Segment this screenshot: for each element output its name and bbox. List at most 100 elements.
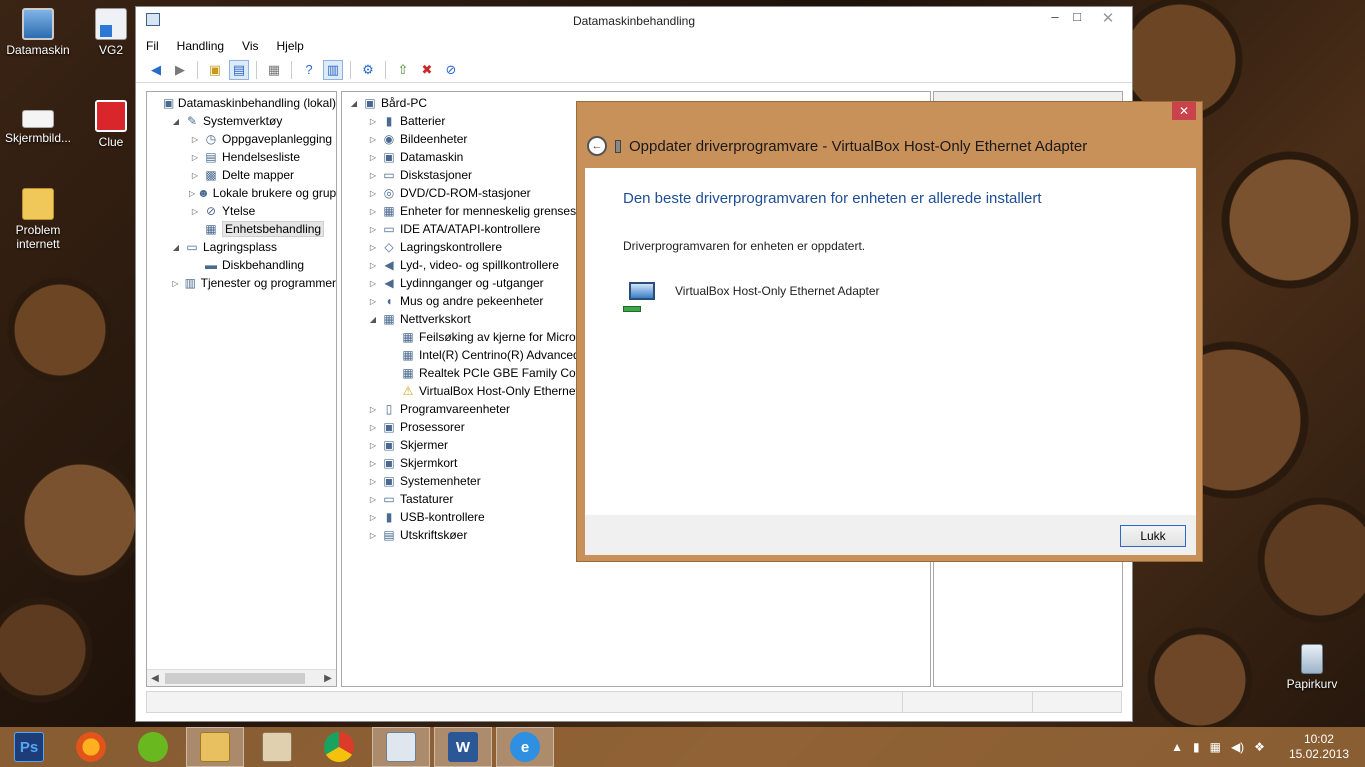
dialog-body: Den beste driverprogramvaren for enheten… [585,168,1196,515]
storage-controller-icon: ◇ [384,240,394,254]
collapse-arrow-icon[interactable]: ◢ [348,99,360,108]
show-hidden-icons-icon[interactable]: ▲ [1171,740,1183,754]
expand-arrow-icon[interactable]: ▷ [367,423,379,432]
horizontal-scrollbar[interactable]: ◀ ▶ [147,669,336,686]
close-button[interactable]: ✕ [1090,9,1126,27]
tree-item[interactable]: ▷☻Lokale brukere og grupper [147,184,336,202]
expand-arrow-icon[interactable]: ▷ [367,171,379,180]
disable-icon[interactable]: ⊘ [441,60,461,80]
help-icon[interactable]: ? [299,60,319,80]
tree-item-label: Skjermkort [400,456,458,470]
show-hide-action-icon[interactable]: ▥ [323,59,343,80]
desktop-icon-skjermbilde[interactable]: Skjermbild... [0,100,76,145]
tree-item[interactable]: ◢ ✎ Systemverktøy [147,112,336,130]
expand-arrow-icon[interactable]: ▷ [367,297,379,306]
expand-arrow-icon[interactable]: ▷ [367,189,379,198]
expand-arrow-icon[interactable]: ▷ [367,243,379,252]
navigation-tree[interactable]: ▣ Datamaskinbehandling (lokal) ◢ ✎ Systemver… [146,91,337,687]
expand-arrow-icon[interactable]: ▷ [367,153,379,162]
tree-item[interactable]: ▷ ▩ Delte mapper [147,166,336,184]
disk-mgmt-icon: ▬ [205,258,217,272]
desktop-icon-datamaskin[interactable]: Datamaskin [0,8,76,57]
expand-arrow-icon[interactable]: ▷ [367,279,379,288]
taskbar-spotify[interactable] [124,727,182,767]
taskbar-internet-explorer[interactable]: e [496,727,554,767]
tree-item-label: DVD/CD-ROM-stasjoner [400,186,531,200]
taskbar-firefox[interactable] [62,727,120,767]
title-bar[interactable]: Datamaskinbehandling – □ ✕ [136,7,1132,35]
taskbar-chrome[interactable] [310,727,368,767]
menu-vis[interactable]: Vis [242,39,258,53]
forward-icon[interactable]: ▶ [170,60,190,80]
back-icon[interactable]: ◀ [146,60,166,80]
properties-icon[interactable]: ▦ [264,60,284,80]
expand-arrow-icon[interactable]: ▷ [367,513,379,522]
tree-item-label: Systemverktøy [203,114,283,128]
taskbar-file-explorer[interactable] [186,727,244,767]
taskbar-computer-management[interactable] [372,727,430,767]
clock[interactable]: 10:02 15.02.2013 [1289,732,1349,762]
expand-arrow-icon[interactable]: ▷ [367,531,379,540]
expand-arrow-icon[interactable]: ▷ [189,171,201,180]
scroll-left-icon[interactable]: ◀ [147,673,163,684]
close-dialog-button[interactable]: Lukk [1120,525,1186,547]
desktop-icon-problem-internett[interactable]: Problem internett [0,188,76,251]
expand-arrow-icon[interactable]: ▷ [189,135,201,144]
tree-item[interactable]: ◢ ▭ Lagringsplass [147,238,336,256]
taskbar-word[interactable]: W [434,727,492,767]
minimize-button[interactable]: – [1044,9,1066,24]
scroll-right-icon[interactable]: ▶ [320,673,336,684]
tree-item-label: Diskbehandling [222,258,305,272]
expand-arrow-icon[interactable]: ▷ [367,207,379,216]
expand-arrow-icon[interactable]: ▷ [367,495,379,504]
monitor-icon: ▣ [383,150,395,164]
back-arrow-icon[interactable]: ← [587,136,607,156]
taskbar-photoshop[interactable]: Ps [0,727,58,767]
network-icon: ▦ [383,312,395,326]
expand-arrow-icon[interactable]: ▷ [367,459,379,468]
dialog-close-button[interactable]: ✕ [1172,102,1196,120]
up-folder-icon[interactable]: ▣ [205,60,225,80]
network-tray-icon[interactable]: ▦ [1210,740,1221,754]
tree-item-label: Enheter for menneskelig grensesnitt [400,204,593,218]
menu-hjelp[interactable]: Hjelp [277,39,304,53]
scroll-thumb[interactable] [165,672,305,684]
expand-arrow-icon[interactable]: ▷ [189,189,195,198]
tree-item-label: Lyd-, video- og spillkontrollere [400,258,559,272]
network-adapter-icon: ▦ [402,330,414,344]
tree-item[interactable]: ▷ ▥ Tjenester og programmer [147,274,336,292]
menu-fil[interactable]: Fil [146,39,159,53]
expand-arrow-icon[interactable]: ▷ [170,279,181,288]
dropbox-icon[interactable]: ❖ [1254,740,1265,754]
device-tray-icon[interactable]: ▮ [1193,740,1200,754]
expand-arrow-icon[interactable]: ▷ [367,117,379,126]
expand-arrow-icon[interactable]: ▷ [367,261,379,270]
tree-item[interactable]: ▷ ◷ Oppgaveplanlegging [147,130,336,148]
tree-item[interactable]: ▣ Datamaskinbehandling (lokal) [147,94,336,112]
collapse-arrow-icon[interactable]: ◢ [170,243,182,252]
maximize-button[interactable]: □ [1066,9,1088,24]
uninstall-icon[interactable]: ✖ [417,60,437,80]
menu-handling[interactable]: Handling [177,39,224,53]
show-hide-tree-icon[interactable]: ▤ [229,59,249,80]
volume-icon[interactable]: ◀) [1231,740,1244,754]
taskbar-photo-viewer[interactable] [248,727,306,767]
dvd-icon: ◎ [383,186,395,200]
collapse-arrow-icon[interactable]: ◢ [367,315,379,324]
collapse-arrow-icon[interactable]: ◢ [170,117,182,126]
tree-item[interactable]: ▦ Enhetsbehandling [147,220,336,238]
tree-item[interactable]: ▷ ▤ Hendelsesliste [147,148,336,166]
update-driver-icon[interactable]: ⇧ [393,60,413,80]
expand-arrow-icon[interactable]: ▷ [367,477,379,486]
expand-arrow-icon[interactable]: ▷ [189,207,201,216]
expand-arrow-icon[interactable]: ▷ [367,405,379,414]
expand-arrow-icon[interactable]: ▷ [367,441,379,450]
scan-icon[interactable]: ⚙ [358,60,378,80]
expand-arrow-icon[interactable]: ▷ [189,153,201,162]
expand-arrow-icon[interactable]: ▷ [367,135,379,144]
expand-arrow-icon[interactable]: ▷ [367,225,379,234]
printer-icon: ▤ [383,528,395,542]
desktop-icon-papirkurv[interactable]: Papirkurv [1274,644,1350,691]
tree-item[interactable]: ▬ Diskbehandling [147,256,336,274]
tree-item[interactable]: ▷ ⊘ Ytelse [147,202,336,220]
